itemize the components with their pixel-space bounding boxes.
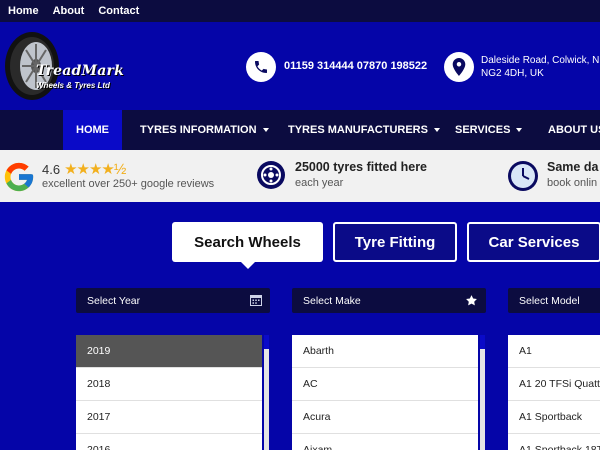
- select-model-label: Select Model: [519, 294, 580, 307]
- rating-stars: ★★★★½: [64, 161, 126, 178]
- tab-tyre-fitting[interactable]: Tyre Fitting: [333, 222, 457, 262]
- year-list-scrollbar[interactable]: [264, 335, 269, 450]
- list-item[interactable]: 2019: [76, 335, 262, 368]
- phone-icon[interactable]: [246, 52, 276, 82]
- nav-services[interactable]: SERVICES: [455, 110, 523, 150]
- select-year-label: Select Year: [87, 294, 141, 307]
- scrollbar-thumb[interactable]: [264, 335, 269, 349]
- tab-search-wheels[interactable]: Search Wheels: [172, 222, 323, 269]
- list-item[interactable]: AC: [292, 368, 478, 401]
- same-day-title: Same da: [547, 160, 599, 174]
- main-nav: HOME TYRES INFORMATION TYRES MANUFACTURE…: [0, 110, 600, 150]
- scrollbar-thumb[interactable]: [480, 335, 485, 349]
- clock-icon: [507, 160, 539, 197]
- logo-name: TreadMark: [36, 63, 124, 79]
- top-link-about[interactable]: About: [53, 5, 85, 17]
- list-item[interactable]: A1 20 TFSi Quattro: [508, 368, 600, 401]
- top-link-home[interactable]: Home: [8, 5, 39, 17]
- nav-about-us[interactable]: ABOUT US: [548, 110, 600, 150]
- google-rating: 4.6 ★★★★½: [42, 160, 126, 178]
- list-item[interactable]: 2017: [76, 401, 262, 434]
- reviews-text[interactable]: excellent over 250+ google reviews: [42, 178, 214, 190]
- address-line-1: Daleside Road, Colwick, N: [481, 55, 600, 66]
- google-icon: [2, 160, 36, 199]
- address: Daleside Road, Colwick, N NG2 4DH, UK: [481, 54, 600, 80]
- top-link-contact[interactable]: Contact: [98, 5, 139, 17]
- make-list-scrollbar[interactable]: [480, 335, 485, 450]
- tyres-fitted-title: 25000 tyres fitted here: [295, 160, 428, 174]
- star-icon: [465, 294, 478, 310]
- select-make-label: Select Make: [303, 294, 361, 307]
- nav-tyres-information[interactable]: TYRES INFORMATION: [140, 110, 269, 150]
- logo-subtitle: Wheels & Tyres Ltd: [36, 81, 110, 90]
- location-pin-icon: [444, 52, 474, 82]
- nav-services-label: SERVICES: [455, 124, 511, 136]
- list-item[interactable]: 2018: [76, 368, 262, 401]
- list-item[interactable]: 2016: [76, 434, 262, 450]
- year-list: 2019 2018 2017 2016: [76, 335, 262, 450]
- top-bar: Home About Contact: [0, 0, 600, 22]
- same-day-subtitle: book onlin: [547, 177, 598, 189]
- nav-tyres-manufacturers-label: TYRES MANUFACTURERS: [288, 124, 428, 136]
- select-year[interactable]: Select Year: [76, 288, 270, 313]
- nav-home-label: HOME: [76, 124, 109, 136]
- list-item[interactable]: A1 Sportback 18TF: [508, 434, 600, 450]
- phone-numbers[interactable]: 01159 314444 07870 198522: [284, 60, 427, 72]
- chevron-down-icon: [516, 128, 523, 132]
- list-item[interactable]: A1 Sportback: [508, 401, 600, 434]
- chevron-down-icon: [433, 128, 440, 132]
- list-item[interactable]: A1: [508, 335, 600, 368]
- site-header: TreadMark Wheels & Tyres Ltd 01159 31444…: [0, 22, 600, 110]
- nav-tyres-information-label: TYRES INFORMATION: [140, 124, 257, 136]
- model-list: A1 A1 20 TFSi Quattro A1 Sportback A1 Sp…: [508, 335, 600, 450]
- rating-value: 4.6: [42, 161, 61, 177]
- make-list: Abarth AC Acura Aixam: [292, 335, 478, 450]
- list-item[interactable]: Abarth: [292, 335, 478, 368]
- select-make[interactable]: Select Make: [292, 288, 486, 313]
- nav-tyres-manufacturers[interactable]: TYRES MANUFACTURERS: [288, 110, 440, 150]
- list-item[interactable]: Aixam: [292, 434, 478, 450]
- nav-about-us-label: ABOUT US: [548, 124, 600, 136]
- select-model[interactable]: Select Model: [508, 288, 600, 313]
- calendar-icon: [250, 294, 262, 309]
- tyres-fitted-subtitle: each year: [295, 177, 344, 189]
- chevron-down-icon: [262, 128, 269, 132]
- address-line-2: NG2 4DH, UK: [481, 68, 544, 79]
- list-item[interactable]: Acura: [292, 401, 478, 434]
- nav-home[interactable]: HOME: [63, 110, 122, 150]
- wheel-icon: [256, 160, 286, 195]
- tab-car-services[interactable]: Car Services: [467, 222, 600, 262]
